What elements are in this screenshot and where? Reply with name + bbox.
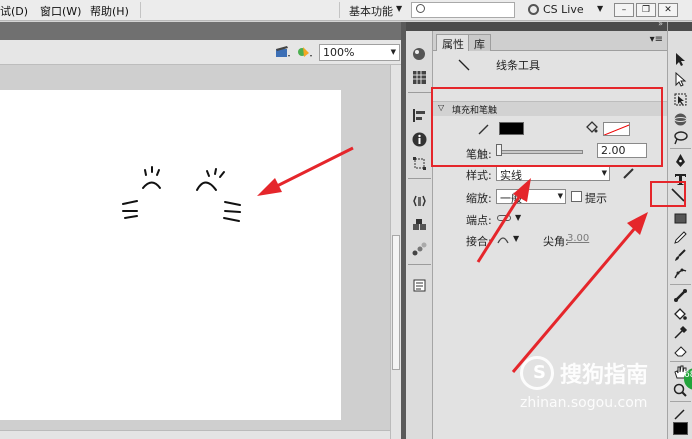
menu-bar: 试(D) 窗口(W) 帮助(H) 基本功能 ▼ CS Live ▼ – ❐ ✕: [0, 0, 692, 21]
chevron-down-icon[interactable]: ▼: [391, 48, 396, 56]
deco-tool-icon[interactable]: [673, 266, 688, 281]
dock-divider: [408, 178, 431, 179]
menu-help[interactable]: 帮助(H): [90, 3, 129, 19]
selection-tool-icon[interactable]: [673, 52, 688, 67]
tool-name: 线条工具: [496, 59, 540, 72]
workspace-switcher[interactable]: 基本功能: [349, 3, 393, 19]
free-transform-icon[interactable]: [673, 92, 688, 107]
close-icon[interactable]: ✕: [658, 3, 678, 17]
panel-tab-bar: 属性 库 ▾≡: [433, 31, 667, 51]
stage-canvas[interactable]: [0, 90, 354, 420]
tools-divider: [670, 361, 691, 362]
menu-divider: [140, 2, 141, 18]
chevron-down-icon[interactable]: ▼: [602, 169, 607, 177]
output-icon[interactable]: [412, 278, 427, 293]
edit-stroke-style-icon[interactable]: [622, 167, 635, 180]
highlight-box: [431, 87, 663, 167]
document-tab-bar: [0, 22, 401, 40]
dock-divider: [408, 264, 431, 265]
restore-icon[interactable]: ❐: [636, 3, 656, 17]
motion-icon[interactable]: [412, 242, 427, 257]
stroke-color-chip[interactable]: [673, 422, 688, 435]
subselection-tool-icon[interactable]: [673, 72, 688, 87]
code-snippets-icon[interactable]: [412, 194, 427, 209]
tools-divider: [670, 401, 691, 402]
menu-divider: [339, 2, 340, 18]
eyedropper-icon[interactable]: [673, 325, 688, 340]
sogou-logo-icon: S: [520, 356, 554, 390]
scroll-thumb[interactable]: [392, 235, 400, 370]
face-drawing: [122, 166, 241, 222]
highlight-box: [650, 181, 686, 207]
cs-live-menu[interactable]: CS Live: [543, 3, 584, 16]
zoom-value: 100%: [323, 46, 355, 59]
tools-divider: [670, 148, 691, 149]
watermark-url: zhinan.sogou.com: [520, 395, 648, 411]
menu-debug[interactable]: 试(D): [0, 3, 28, 19]
zoom-select[interactable]: 100% ▼: [319, 44, 400, 61]
chevron-down-icon[interactable]: ▼: [597, 4, 603, 13]
tools-divider: [670, 284, 691, 285]
eraser-icon[interactable]: [673, 343, 688, 358]
tab-library[interactable]: 库: [468, 34, 491, 51]
menu-window[interactable]: 窗口(W): [40, 3, 81, 19]
red-arrow: [511, 212, 648, 373]
tools-header[interactable]: [668, 22, 692, 31]
hint-label: 提示: [585, 192, 607, 205]
sogou-logo-glyph: S: [533, 362, 546, 383]
panel-header[interactable]: »: [433, 19, 667, 31]
panel-dock: [406, 22, 433, 439]
cs-live-icon: [528, 4, 539, 15]
lasso-icon[interactable]: [673, 130, 688, 145]
edit-scene-icon[interactable]: [275, 45, 290, 58]
3d-rotation-icon[interactable]: [673, 112, 688, 127]
horizontal-scrollbar[interactable]: [0, 430, 390, 439]
pencil-tool-icon[interactable]: [673, 230, 688, 245]
vertical-scrollbar[interactable]: [390, 65, 401, 439]
components-icon[interactable]: [412, 218, 427, 233]
chevron-down-icon[interactable]: ▼: [558, 192, 563, 200]
info-icon[interactable]: [412, 132, 427, 147]
line-tool-icon: [458, 59, 470, 71]
dock-divider: [408, 92, 431, 93]
search-icon: [416, 4, 425, 13]
rectangle-tool-icon[interactable]: [673, 211, 688, 226]
watermark-title: 搜狗指南: [560, 363, 649, 388]
transform-icon[interactable]: [412, 156, 427, 171]
bone-tool-icon[interactable]: [673, 288, 688, 303]
pen-tool-icon[interactable]: [673, 153, 688, 168]
tab-properties[interactable]: 属性: [436, 34, 470, 51]
align-icon[interactable]: [412, 108, 427, 123]
hint-checkbox[interactable]: [571, 191, 582, 202]
swatches-icon[interactable]: [412, 70, 427, 85]
minimize-icon[interactable]: –: [614, 3, 634, 17]
chevron-down-icon[interactable]: ▼: [396, 4, 402, 13]
panel-menu-icon[interactable]: ▾≡: [650, 34, 663, 45]
red-arrow: [257, 146, 354, 196]
help-search-input[interactable]: [411, 2, 515, 18]
edit-bar: 100% ▼: [0, 40, 401, 65]
collapse-icon[interactable]: »: [658, 19, 663, 28]
color-icon[interactable]: [412, 46, 427, 61]
edit-symbol-icon[interactable]: [297, 45, 312, 58]
stroke-color-icon[interactable]: [673, 406, 688, 421]
paint-bucket-icon[interactable]: [673, 307, 688, 322]
dock-header[interactable]: [406, 22, 433, 31]
badge-count: 68: [684, 370, 692, 380]
brush-tool-icon[interactable]: [673, 248, 688, 263]
